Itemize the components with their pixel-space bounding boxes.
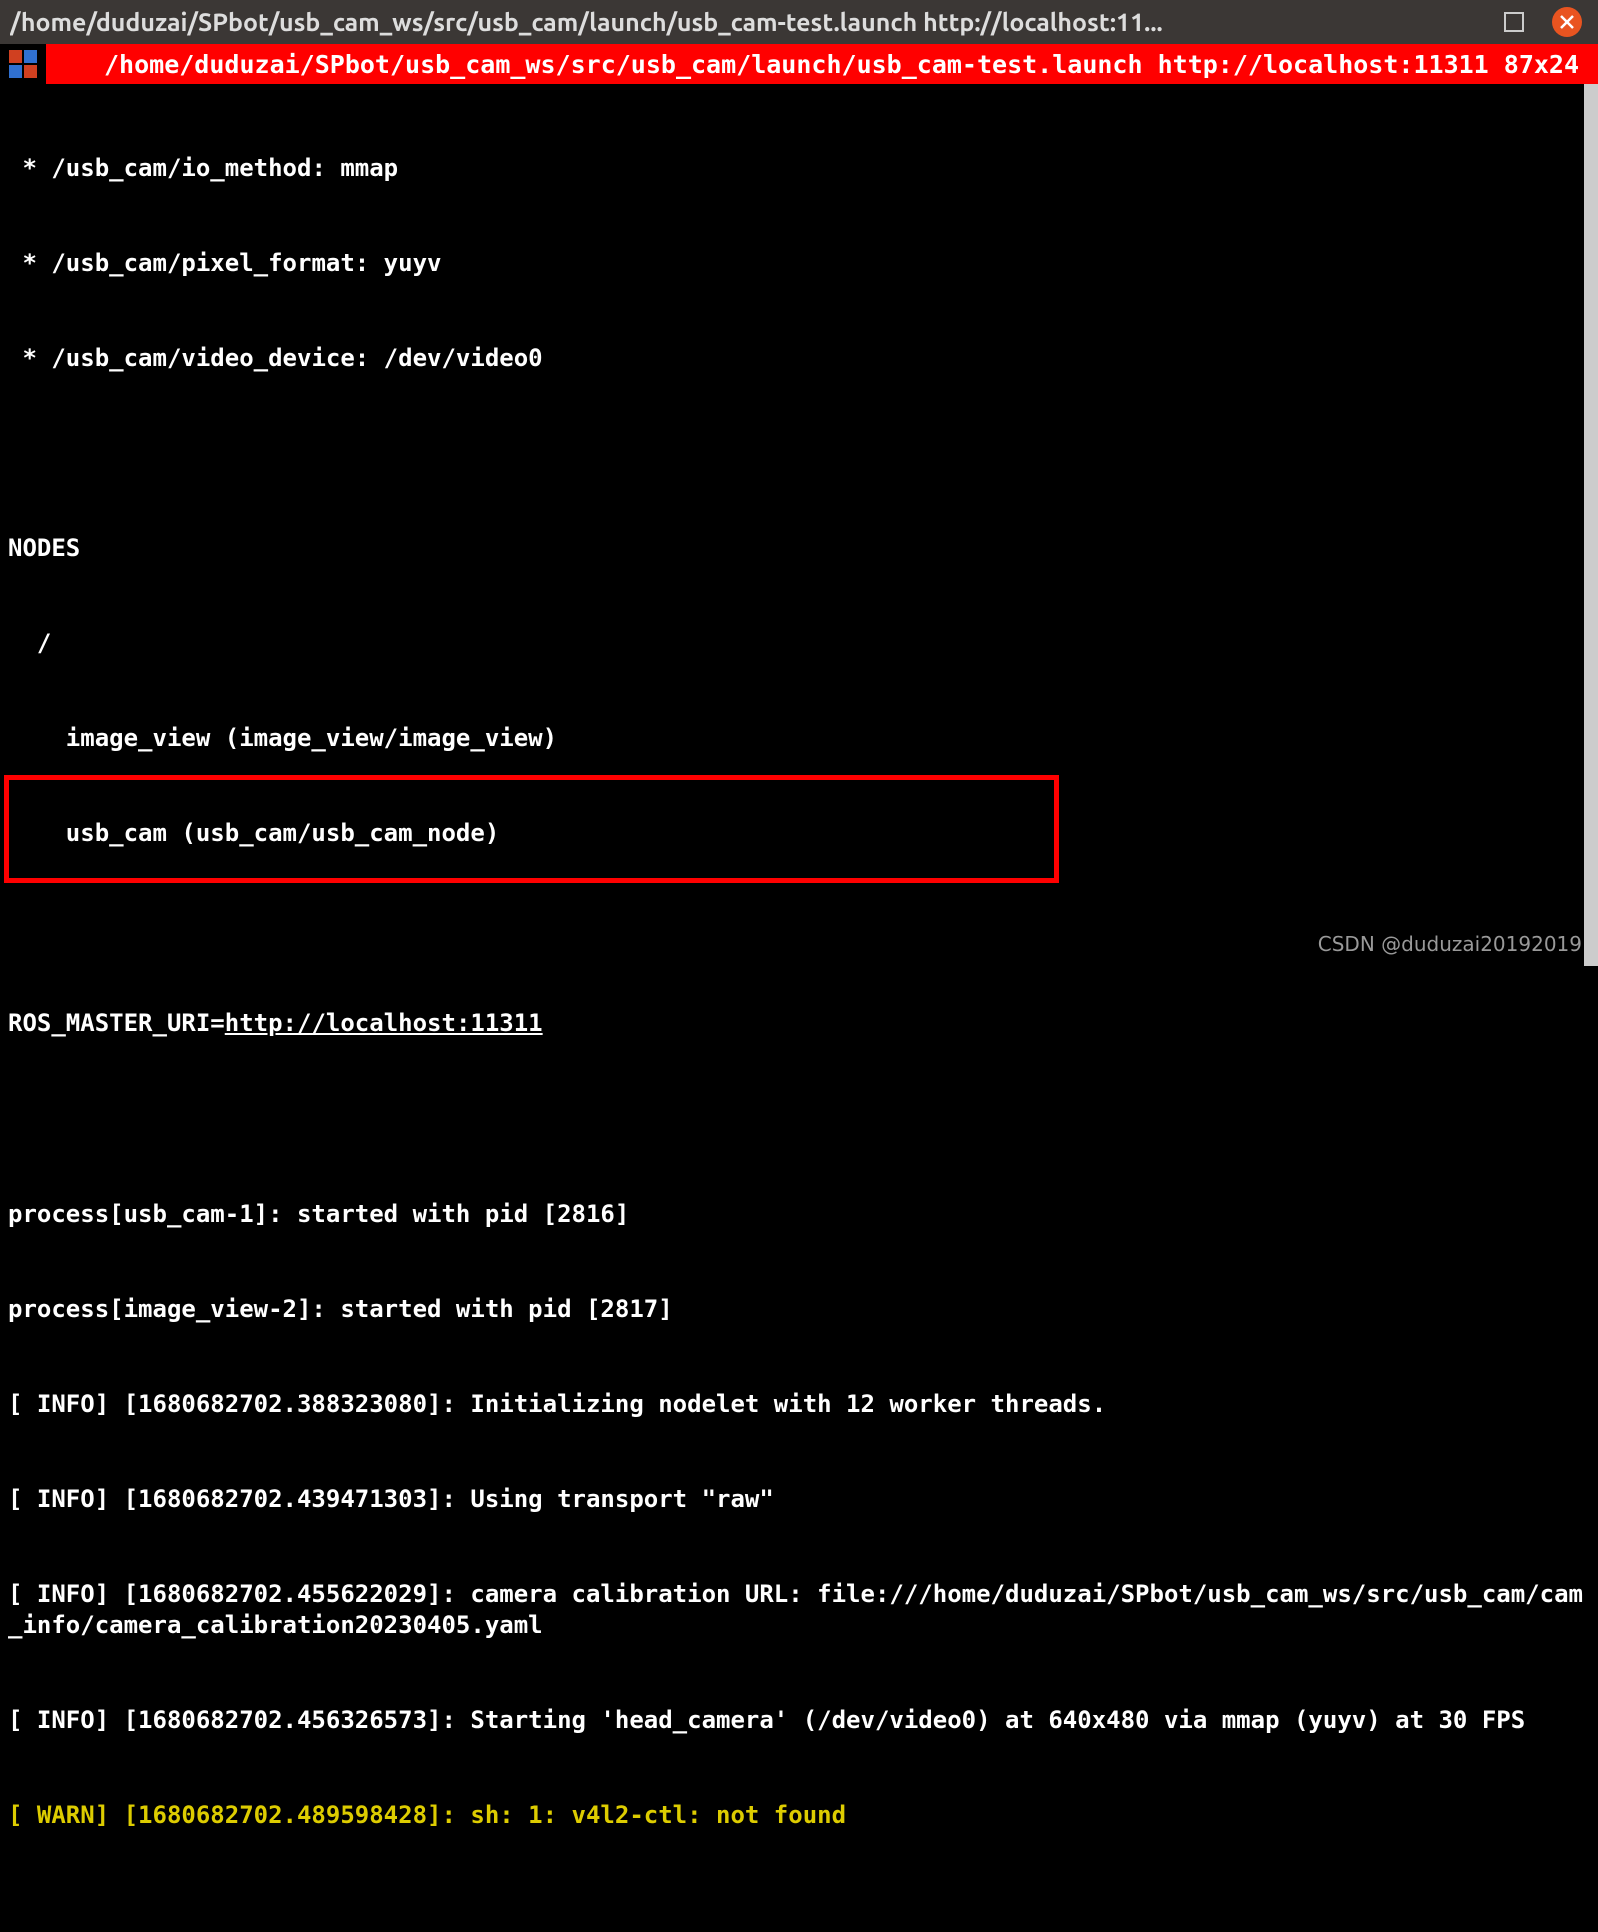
active-tab[interactable]: /home/duduzai/SPbot/usb_cam_ws/src/usb_c… [46,44,1598,84]
tab-label: /home/duduzai/SPbot/usb_cam_ws/src/usb_c… [104,50,1579,79]
terminal-line: image_view (image_view/image_view) [8,723,1590,755]
terminal-line: [ INFO] [1680682702.455622029]: camera c… [8,1579,1590,1642]
terminal-line: usb_cam (usb_cam/usb_cam_node) [8,818,1590,850]
terminal-line: [ INFO] [1680682702.439471303]: Using tr… [8,1484,1590,1516]
terminal-line: NODES [8,533,1590,565]
terminal-line: [ INFO] [1680682702.456326573]: Starting… [8,1705,1590,1737]
terminal-line: / [8,628,1590,660]
close-icon[interactable] [1552,7,1582,37]
window-title: /home/duduzai/SPbot/usb_cam_ws/src/usb_c… [10,8,1504,36]
ros-master-uri: ROS_MASTER_URI=http://localhost:11311 [8,1008,1590,1040]
terminal-line [8,438,1590,470]
terminal-line: * /usb_cam/io_method: mmap [8,153,1590,185]
maximize-icon[interactable] [1504,12,1524,32]
ros-master-uri-link: http://localhost:11311 [225,1009,543,1037]
terminator-layout-icon[interactable] [0,44,46,84]
terminal-line: * /usb_cam/pixel_format: yuyv [8,248,1590,280]
terminal-line: [ INFO] [1680682702.388323080]: Initiali… [8,1389,1590,1421]
terminal-line: process[usb_cam-1]: started with pid [28… [8,1199,1590,1231]
watermark-text: CSDN @duduzai20192019 [1318,932,1582,956]
terminal-line [8,1104,1590,1136]
terminal-line: process[image_view-2]: started with pid … [8,1294,1590,1326]
window-controls [1504,7,1588,37]
terminal-scrollbar[interactable] [1584,84,1598,966]
terminal-warn-line: [ WARN] [1680682702.489598428]: sh: 1: v… [8,1800,1590,1832]
terminal-line: * /usb_cam/video_device: /dev/video0 [8,343,1590,375]
terminal-output[interactable]: * /usb_cam/io_method: mmap * /usb_cam/pi… [0,84,1598,1932]
window-titlebar: /home/duduzai/SPbot/usb_cam_ws/src/usb_c… [0,0,1598,44]
tab-bar: /home/duduzai/SPbot/usb_cam_ws/src/usb_c… [0,44,1598,84]
terminal-line [8,1895,1590,1927]
